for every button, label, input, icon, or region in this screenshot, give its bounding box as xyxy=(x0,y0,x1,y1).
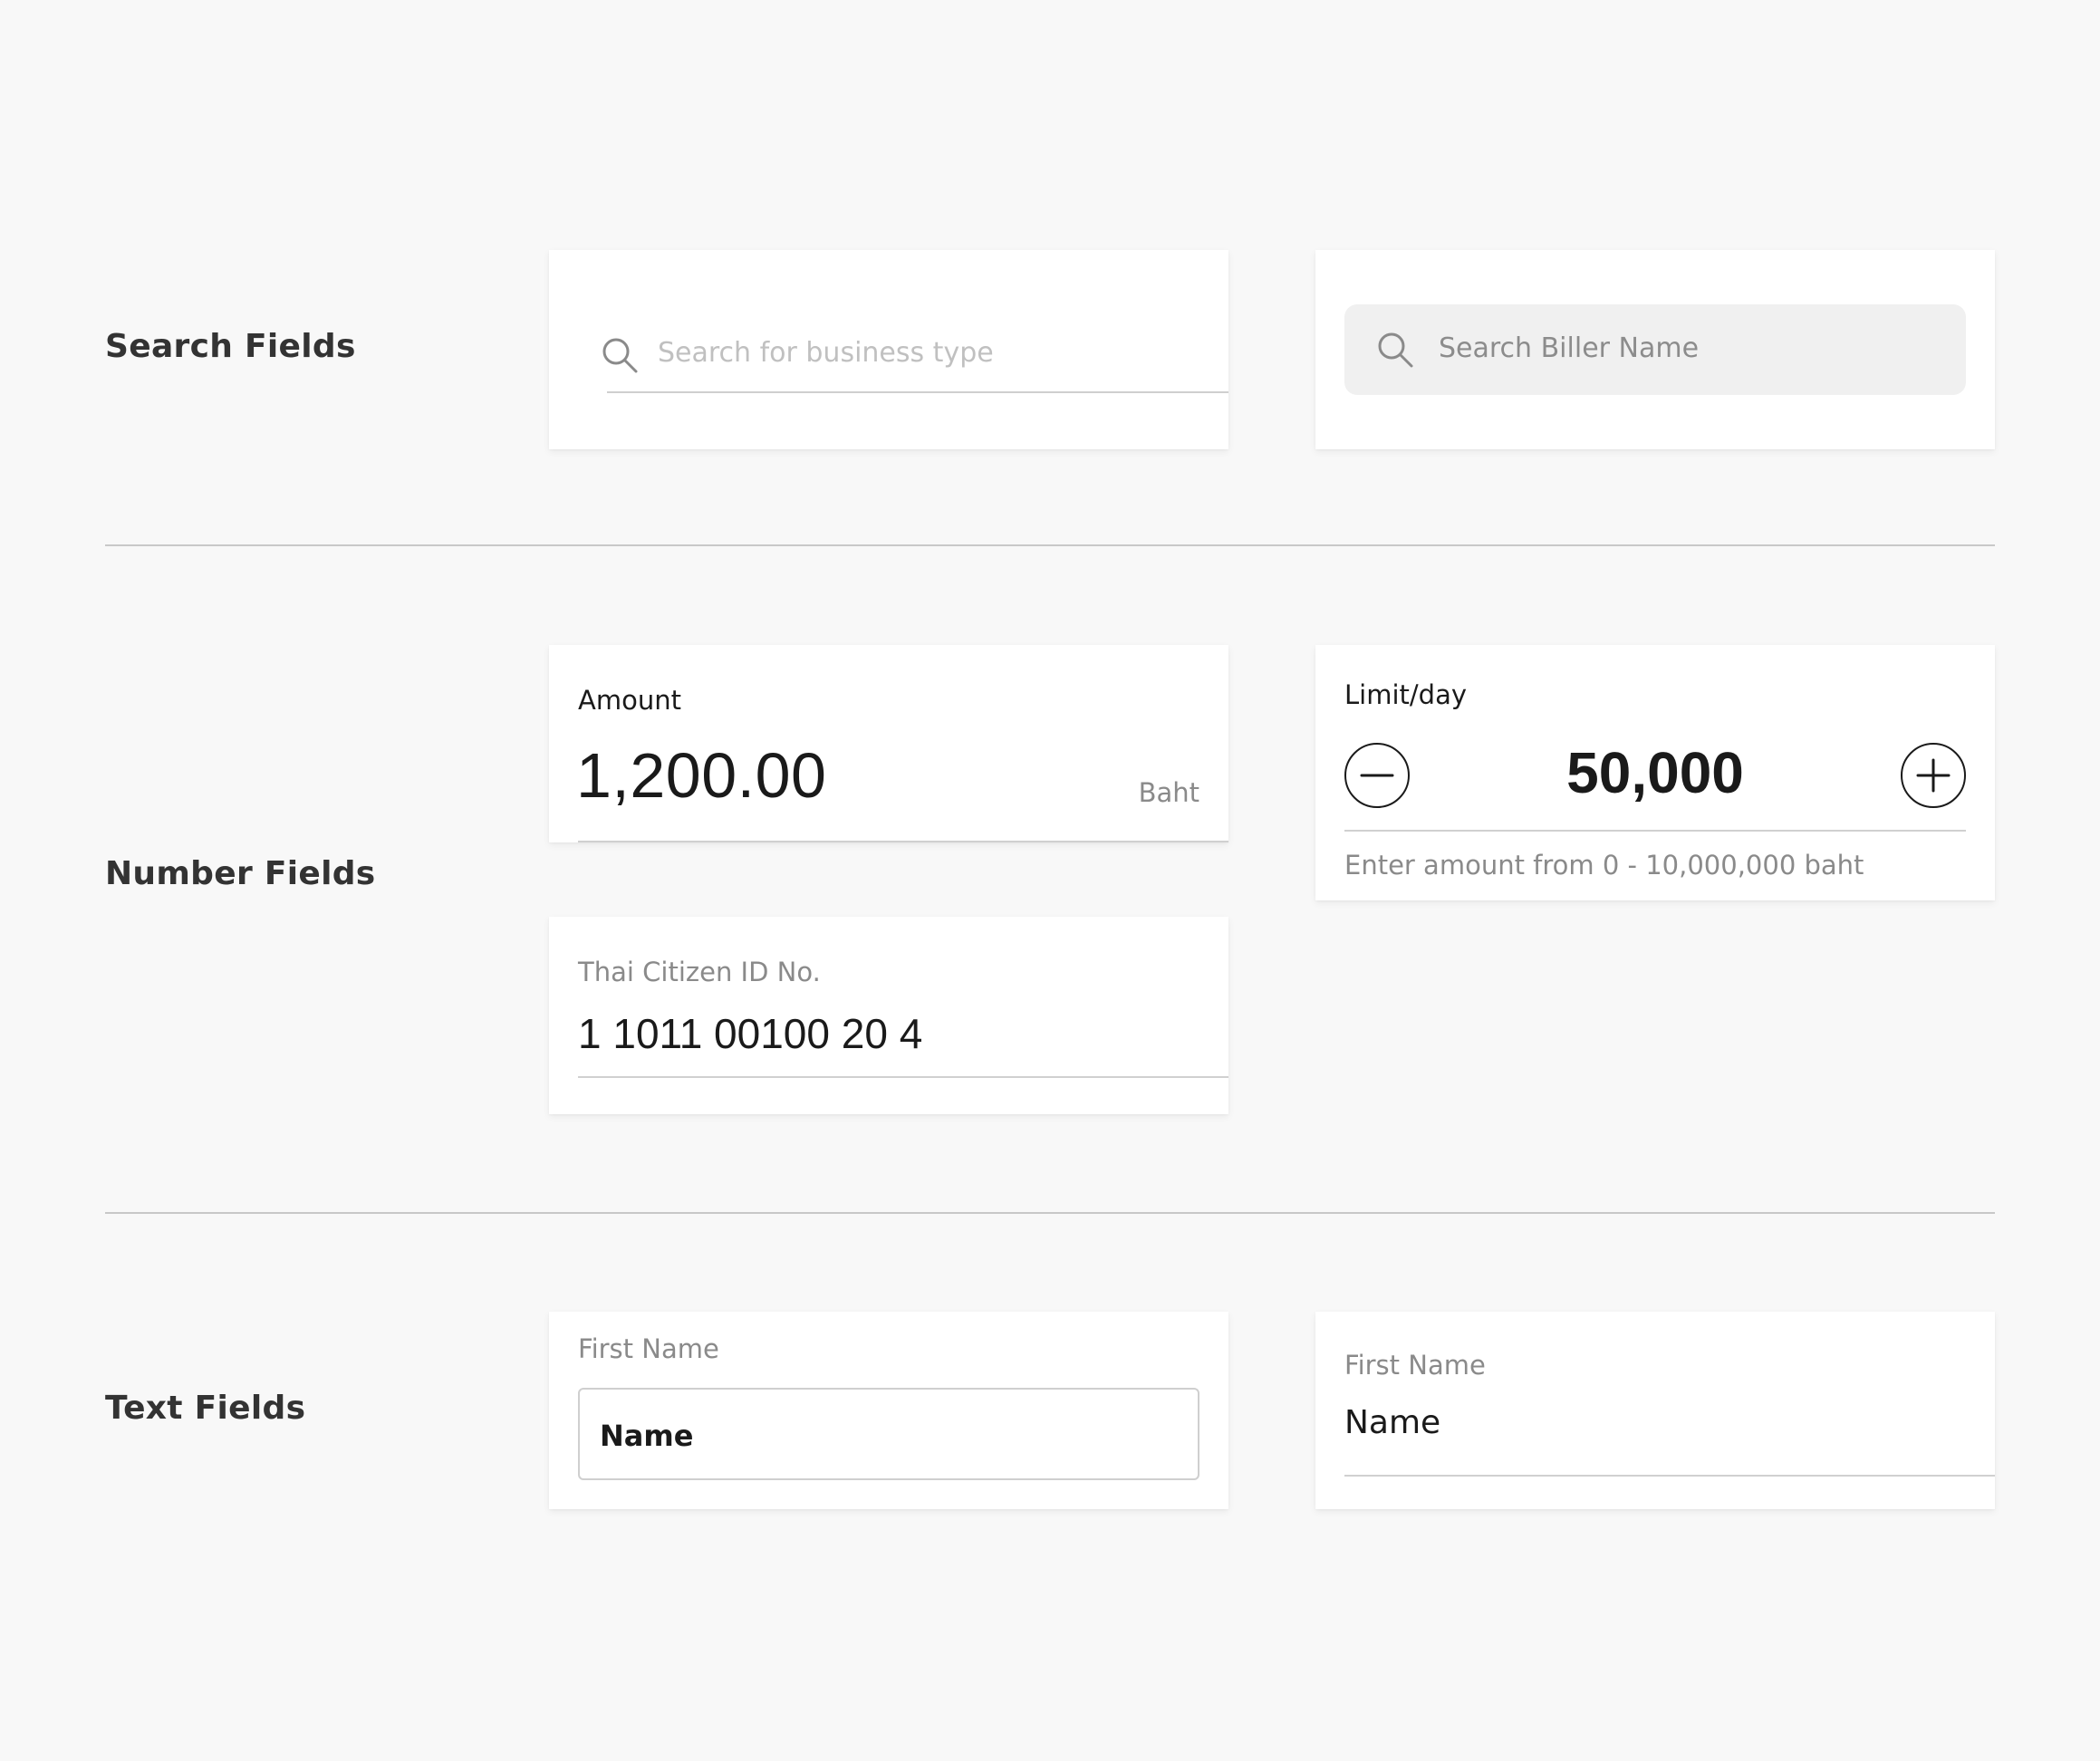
citizen-id-value[interactable]: 1 1011 00100 20 4 xyxy=(578,1009,922,1058)
citizen-id-field[interactable]: Thai Citizen ID No. 1 1011 00100 20 4 xyxy=(549,917,1228,1114)
section-title-search: Search Fields xyxy=(105,328,356,365)
first-name-label: First Name xyxy=(578,1333,719,1364)
section-divider xyxy=(105,1212,1995,1214)
search-field-pill[interactable]: Search Biller Name xyxy=(1315,250,1995,449)
section-title-number: Number Fields xyxy=(105,855,376,892)
limit-label: Limit/day xyxy=(1344,679,1468,710)
first-name-label: First Name xyxy=(1344,1350,1486,1381)
input-underline xyxy=(607,391,1228,393)
text-field-boxed: First Name Name xyxy=(549,1312,1228,1509)
search-input-placeholder[interactable]: Search for business type xyxy=(658,337,994,369)
limit-value[interactable]: 50,000 xyxy=(1315,739,1995,806)
input-underline xyxy=(1344,1475,1995,1477)
citizen-id-label: Thai Citizen ID No. xyxy=(578,957,821,987)
search-input-placeholder: Search Biller Name xyxy=(1439,332,1700,364)
limit-hint: Enter amount from 0 - 10,000,000 baht xyxy=(1344,850,1864,880)
input-underline xyxy=(1344,830,1966,832)
input-underline xyxy=(578,841,1228,842)
first-name-value[interactable]: Name xyxy=(1344,1404,1440,1441)
section-title-text: Text Fields xyxy=(105,1390,306,1427)
search-field-underline[interactable]: Search for business type xyxy=(549,250,1228,449)
first-name-input[interactable]: Name xyxy=(578,1388,1199,1480)
limit-per-day-stepper: Limit/day 50,000 Enter amount from 0 - 1… xyxy=(1315,645,1995,900)
first-name-value: Name xyxy=(600,1419,694,1453)
text-field-underline[interactable]: First Name Name xyxy=(1315,1312,1995,1509)
search-icon xyxy=(1375,330,1415,370)
input-underline xyxy=(578,1076,1228,1078)
search-icon xyxy=(600,335,640,375)
amount-value[interactable]: 1,200.00 xyxy=(576,739,826,812)
amount-unit: Baht xyxy=(1138,777,1199,808)
search-input[interactable]: Search Biller Name xyxy=(1344,304,1966,395)
section-divider xyxy=(105,544,1995,546)
increment-button[interactable] xyxy=(1901,743,1966,808)
plus-circle-icon xyxy=(1916,758,1951,793)
amount-field[interactable]: Amount 1,200.00 Baht xyxy=(549,645,1228,842)
amount-label: Amount xyxy=(578,685,681,716)
